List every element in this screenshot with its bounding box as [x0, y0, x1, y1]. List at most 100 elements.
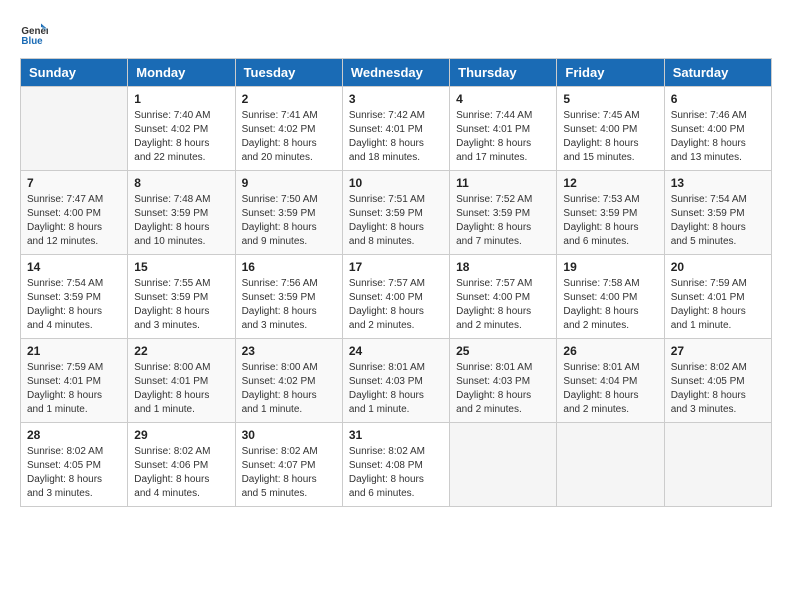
day-number: 20 — [671, 260, 765, 274]
calendar-cell: 31 Sunrise: 8:02 AMSunset: 4:08 PMDayligh… — [342, 423, 449, 507]
logo-icon: General Blue — [20, 20, 48, 48]
day-info: Sunrise: 7:56 AMSunset: 3:59 PMDaylight:… — [242, 277, 336, 333]
day-number: 14 — [27, 260, 121, 274]
day-info: Sunrise: 8:02 AMSunset: 4:08 PMDaylight:… — [349, 445, 443, 501]
day-info: Sunrise: 7:45 AMSunset: 4:00 PMDaylight:… — [563, 109, 657, 165]
calendar-cell: 17 Sunrise: 7:57 AMSunset: 4:00 PMDayligh… — [342, 255, 449, 339]
day-info: Sunrise: 7:59 AMSunset: 4:01 PMDaylight:… — [27, 361, 121, 417]
day-info: Sunrise: 8:00 AMSunset: 4:02 PMDaylight:… — [242, 361, 336, 417]
day-info: Sunrise: 7:55 AMSunset: 3:59 PMDaylight:… — [134, 277, 228, 333]
calendar-cell: 10 Sunrise: 7:51 AMSunset: 3:59 PMDayligh… — [342, 171, 449, 255]
logo: General Blue — [20, 20, 52, 48]
day-number: 25 — [456, 344, 550, 358]
day-info: Sunrise: 8:02 AMSunset: 4:05 PMDaylight:… — [671, 361, 765, 417]
day-info: Sunrise: 7:59 AMSunset: 4:01 PMDaylight:… — [671, 277, 765, 333]
calendar-cell: 11 Sunrise: 7:52 AMSunset: 3:59 PMDayligh… — [450, 171, 557, 255]
day-number: 9 — [242, 176, 336, 190]
day-number: 13 — [671, 176, 765, 190]
column-header-thursday: Thursday — [450, 59, 557, 87]
calendar-cell: 25 Sunrise: 8:01 AMSunset: 4:03 PMDayligh… — [450, 339, 557, 423]
day-number: 16 — [242, 260, 336, 274]
calendar-cell: 28Sunrise: 8:02 AMSunset: 4:05 PMDayligh… — [21, 423, 128, 507]
svg-text:Blue: Blue — [21, 36, 43, 47]
day-number: 3 — [349, 92, 443, 106]
day-info: Sunrise: 7:50 AMSunset: 3:59 PMDaylight:… — [242, 193, 336, 249]
day-info: Sunrise: 8:02 AMSunset: 4:07 PMDaylight:… — [242, 445, 336, 501]
day-number: 22 — [134, 344, 228, 358]
day-info: Sunrise: 8:01 AMSunset: 4:03 PMDaylight:… — [349, 361, 443, 417]
day-number: 30 — [242, 428, 336, 442]
day-info: Sunrise: 7:57 AMSunset: 4:00 PMDaylight:… — [349, 277, 443, 333]
calendar-cell: 7Sunrise: 7:47 AMSunset: 4:00 PMDaylight… — [21, 171, 128, 255]
day-info: Sunrise: 7:57 AMSunset: 4:00 PMDaylight:… — [456, 277, 550, 333]
calendar-cell: 24 Sunrise: 8:01 AMSunset: 4:03 PMDayligh… — [342, 339, 449, 423]
day-info: Sunrise: 7:52 AMSunset: 3:59 PMDaylight:… — [456, 193, 550, 249]
day-number: 21 — [27, 344, 121, 358]
calendar-cell: 5 Sunrise: 7:45 AMSunset: 4:00 PMDaylight… — [557, 87, 664, 171]
day-number: 26 — [563, 344, 657, 358]
day-number: 27 — [671, 344, 765, 358]
calendar-cell: 26Sunrise: 8:01 AMSunset: 4:04 PMDayligh… — [557, 339, 664, 423]
day-number: 31 — [349, 428, 443, 442]
day-number: 10 — [349, 176, 443, 190]
calendar-cell: 18 Sunrise: 7:57 AMSunset: 4:00 PMDayligh… — [450, 255, 557, 339]
day-number: 8 — [134, 176, 228, 190]
day-number: 24 — [349, 344, 443, 358]
calendar-cell: 14 Sunrise: 7:54 AMSunset: 3:59 PMDayligh… — [21, 255, 128, 339]
day-info: Sunrise: 7:41 AMSunset: 4:02 PMDaylight:… — [242, 109, 336, 165]
calendar-week-row: 1Sunrise: 7:40 AMSunset: 4:02 PMDaylight… — [21, 87, 772, 171]
calendar-header-row: SundayMondayTuesdayWednesdayThursdayFrid… — [21, 59, 772, 87]
day-info: Sunrise: 7:51 AMSunset: 3:59 PMDaylight:… — [349, 193, 443, 249]
day-info: Sunrise: 8:00 AMSunset: 4:01 PMDaylight:… — [134, 361, 228, 417]
calendar-week-row: 28Sunrise: 8:02 AMSunset: 4:05 PMDayligh… — [21, 423, 772, 507]
day-number: 17 — [349, 260, 443, 274]
calendar-cell: 20 Sunrise: 7:59 AMSunset: 4:01 PMDayligh… — [664, 255, 771, 339]
calendar-cell: 9 Sunrise: 7:50 AMSunset: 3:59 PMDaylight… — [235, 171, 342, 255]
day-info: Sunrise: 7:54 AMSunset: 3:59 PMDaylight:… — [671, 193, 765, 249]
day-info: Sunrise: 7:58 AMSunset: 4:00 PMDaylight:… — [563, 277, 657, 333]
day-number: 1 — [134, 92, 228, 106]
column-header-tuesday: Tuesday — [235, 59, 342, 87]
day-number: 6 — [671, 92, 765, 106]
day-info: Sunrise: 7:44 AMSunset: 4:01 PMDaylight:… — [456, 109, 550, 165]
calendar-cell — [557, 423, 664, 507]
calendar-cell: 19 Sunrise: 7:58 AMSunset: 4:00 PMDayligh… — [557, 255, 664, 339]
calendar-cell: 22 Sunrise: 8:00 AMSunset: 4:01 PMDayligh… — [128, 339, 235, 423]
column-header-saturday: Saturday — [664, 59, 771, 87]
day-number: 29 — [134, 428, 228, 442]
calendar-cell: 2 Sunrise: 7:41 AMSunset: 4:02 PMDaylight… — [235, 87, 342, 171]
calendar-week-row: 14 Sunrise: 7:54 AMSunset: 3:59 PMDayligh… — [21, 255, 772, 339]
day-info: Sunrise: 8:02 AMSunset: 4:05 PMDaylight:… — [27, 445, 121, 501]
column-header-sunday: Sunday — [21, 59, 128, 87]
day-number: 11 — [456, 176, 550, 190]
day-number: 5 — [563, 92, 657, 106]
calendar-week-row: 21 Sunrise: 7:59 AMSunset: 4:01 PMDayligh… — [21, 339, 772, 423]
calendar-cell: 16 Sunrise: 7:56 AMSunset: 3:59 PMDayligh… — [235, 255, 342, 339]
day-info: Sunrise: 7:54 AMSunset: 3:59 PMDaylight:… — [27, 277, 121, 333]
calendar-cell: 1Sunrise: 7:40 AMSunset: 4:02 PMDaylight… — [128, 87, 235, 171]
day-number: 19 — [563, 260, 657, 274]
calendar-cell: 30 Sunrise: 8:02 AMSunset: 4:07 PMDayligh… — [235, 423, 342, 507]
day-number: 7 — [27, 176, 121, 190]
page-header: General Blue — [20, 20, 772, 48]
day-info: Sunrise: 8:01 AMSunset: 4:03 PMDaylight:… — [456, 361, 550, 417]
calendar-cell: 6 Sunrise: 7:46 AMSunset: 4:00 PMDaylight… — [664, 87, 771, 171]
day-number: 18 — [456, 260, 550, 274]
day-number: 2 — [242, 92, 336, 106]
calendar-cell: 3 Sunrise: 7:42 AMSunset: 4:01 PMDaylight… — [342, 87, 449, 171]
calendar-cell: 29 Sunrise: 8:02 AMSunset: 4:06 PMDayligh… — [128, 423, 235, 507]
calendar-cell — [450, 423, 557, 507]
calendar-cell: 15Sunrise: 7:55 AMSunset: 3:59 PMDayligh… — [128, 255, 235, 339]
calendar-cell: 21 Sunrise: 7:59 AMSunset: 4:01 PMDayligh… — [21, 339, 128, 423]
calendar-cell: 8Sunrise: 7:48 AMSunset: 3:59 PMDaylight… — [128, 171, 235, 255]
day-info: Sunrise: 8:02 AMSunset: 4:06 PMDaylight:… — [134, 445, 228, 501]
day-number: 23 — [242, 344, 336, 358]
calendar-cell — [21, 87, 128, 171]
day-info: Sunrise: 7:42 AMSunset: 4:01 PMDaylight:… — [349, 109, 443, 165]
day-info: Sunrise: 7:46 AMSunset: 4:00 PMDaylight:… — [671, 109, 765, 165]
calendar-cell: 13 Sunrise: 7:54 AMSunset: 3:59 PMDayligh… — [664, 171, 771, 255]
calendar-cell: 4Sunrise: 7:44 AMSunset: 4:01 PMDaylight… — [450, 87, 557, 171]
column-header-wednesday: Wednesday — [342, 59, 449, 87]
day-number: 12 — [563, 176, 657, 190]
calendar-table: SundayMondayTuesdayWednesdayThursdayFrid… — [20, 58, 772, 507]
